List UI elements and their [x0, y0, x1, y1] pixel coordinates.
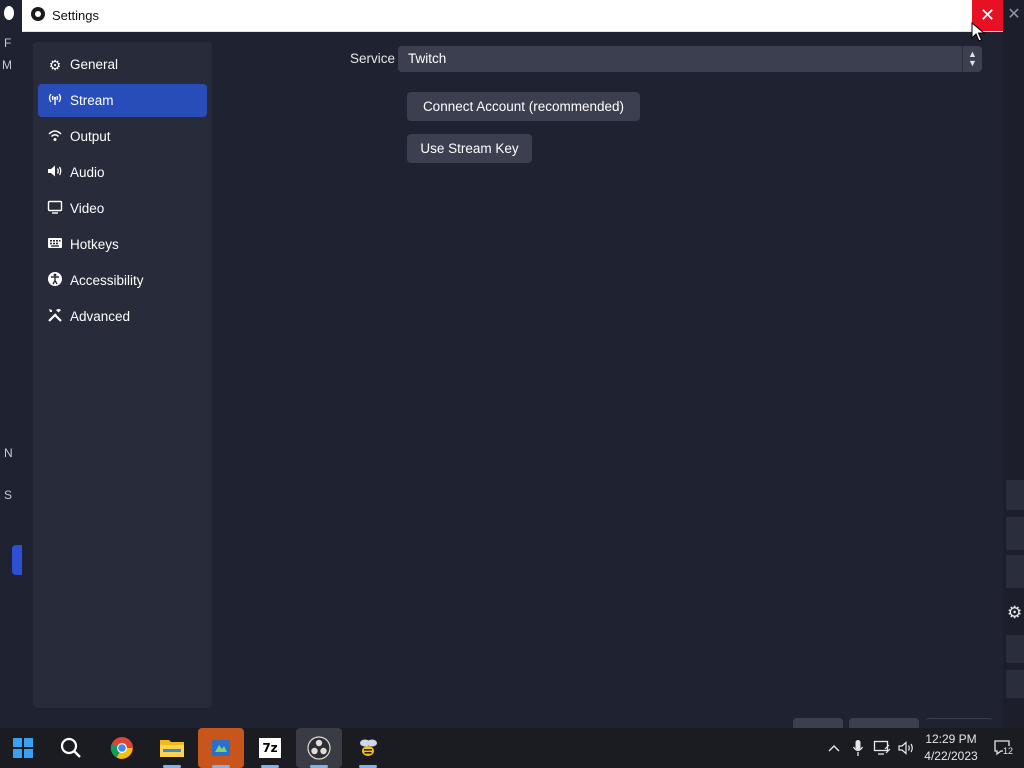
- chevron-up-down-icon[interactable]: ▲ ▼: [962, 46, 982, 72]
- background-window-left-edge: F M N S: [0, 0, 22, 728]
- sidebar-item-label: Advanced: [70, 309, 131, 324]
- 7zip-icon: 7z: [259, 738, 281, 758]
- tray-overflow-chevron-icon[interactable]: [828, 728, 840, 768]
- sidebar-item-audio[interactable]: Audio: [38, 156, 207, 189]
- search-icon: [60, 737, 81, 758]
- sidebar-item-accessibility[interactable]: Accessibility: [38, 264, 207, 297]
- monitor-icon: [47, 200, 63, 217]
- background-close-icon[interactable]: ✕: [1004, 4, 1024, 26]
- background-app-icon: [4, 6, 14, 20]
- accessibility-icon: [47, 271, 63, 290]
- taskbar: 7z 12:29 PM 4/22/2023 12: [0, 728, 1024, 768]
- settings-dialog: Settings ✕ ⚙ General Stream Output Audio: [22, 0, 1003, 729]
- microphone-icon[interactable]: [852, 728, 864, 768]
- taskbar-app-orange[interactable]: [198, 728, 244, 768]
- file-explorer-icon: [160, 740, 184, 757]
- antenna-icon: [47, 92, 63, 109]
- obs-logo-icon: [31, 7, 45, 21]
- network-icon[interactable]: [873, 728, 891, 768]
- speaker-icon: [47, 164, 63, 181]
- background-menu-glyph: M: [2, 58, 12, 72]
- sidebar-item-label: General: [70, 57, 119, 72]
- app-orange-icon: [212, 740, 230, 756]
- start-button[interactable]: [0, 728, 46, 768]
- background-panel-glyph: N: [4, 446, 13, 460]
- gear-icon: ⚙: [48, 56, 62, 73]
- taskbar-7zip[interactable]: 7z: [247, 728, 293, 768]
- background-gear-icon[interactable]: ⚙: [1007, 603, 1022, 623]
- sidebar-item-label: Hotkeys: [70, 237, 119, 252]
- notification-center-icon[interactable]: 12: [993, 739, 1014, 760]
- background-active-tab: [12, 545, 22, 575]
- use-stream-key-button[interactable]: Use Stream Key: [407, 134, 532, 163]
- mouse-cursor-icon: [971, 22, 985, 42]
- taskbar-clock[interactable]: 12:29 PM 4/22/2023: [920, 731, 982, 765]
- footer-button[interactable]: [849, 718, 919, 728]
- search-button[interactable]: [48, 728, 94, 768]
- wifi-icon: [47, 128, 63, 145]
- obs-icon: [307, 736, 331, 760]
- window-title: Settings: [52, 8, 99, 23]
- sidebar-item-label: Audio: [70, 165, 105, 180]
- tools-icon: [47, 307, 63, 326]
- sidebar-item-advanced[interactable]: Advanced: [38, 300, 207, 333]
- taskbar-bee-app[interactable]: [345, 728, 391, 768]
- footer-button[interactable]: [793, 718, 843, 728]
- taskbar-obs[interactable]: [296, 728, 342, 768]
- clock-time: 12:29 PM: [925, 732, 977, 746]
- service-select[interactable]: Twitch ▲ ▼: [398, 46, 982, 72]
- background-dock-row: [1006, 555, 1024, 588]
- sidebar-item-hotkeys[interactable]: Hotkeys: [38, 228, 207, 261]
- title-bar: Settings ✕: [22, 0, 1003, 32]
- settings-sidebar: ⚙ General Stream Output Audio Video Hotk…: [33, 42, 212, 708]
- background-panel-glyph: S: [4, 488, 13, 502]
- sidebar-item-label: Stream: [70, 93, 114, 108]
- taskbar-chrome[interactable]: [99, 728, 145, 768]
- volume-icon[interactable]: [898, 728, 916, 768]
- sidebar-item-output[interactable]: Output: [38, 120, 207, 153]
- taskbar-file-explorer[interactable]: [149, 728, 195, 768]
- service-label: Service: [350, 51, 396, 66]
- bee-app-icon: [360, 739, 377, 756]
- sidebar-item-label: Output: [70, 129, 111, 144]
- windows-logo-icon: [13, 738, 33, 758]
- sidebar-item-stream[interactable]: Stream: [38, 84, 207, 117]
- notification-count-badge: 12: [1003, 746, 1014, 756]
- sidebar-item-video[interactable]: Video: [38, 192, 207, 225]
- service-select-value: Twitch: [408, 51, 447, 66]
- keyboard-icon: [47, 236, 63, 253]
- background-dock-row: [1006, 517, 1024, 550]
- connect-account-button[interactable]: Connect Account (recommended): [407, 92, 640, 121]
- sidebar-item-label: Accessibility: [70, 273, 144, 288]
- background-dock-button[interactable]: [1006, 480, 1024, 510]
- clock-date: 4/22/2023: [924, 749, 978, 763]
- background-dock-row: [1006, 635, 1024, 663]
- chrome-icon: [110, 737, 133, 759]
- sidebar-item-label: Video: [70, 201, 105, 216]
- background-menu-glyph: F: [4, 36, 12, 50]
- sidebar-item-general[interactable]: ⚙ General: [38, 48, 207, 81]
- background-dock-row: [1006, 670, 1024, 698]
